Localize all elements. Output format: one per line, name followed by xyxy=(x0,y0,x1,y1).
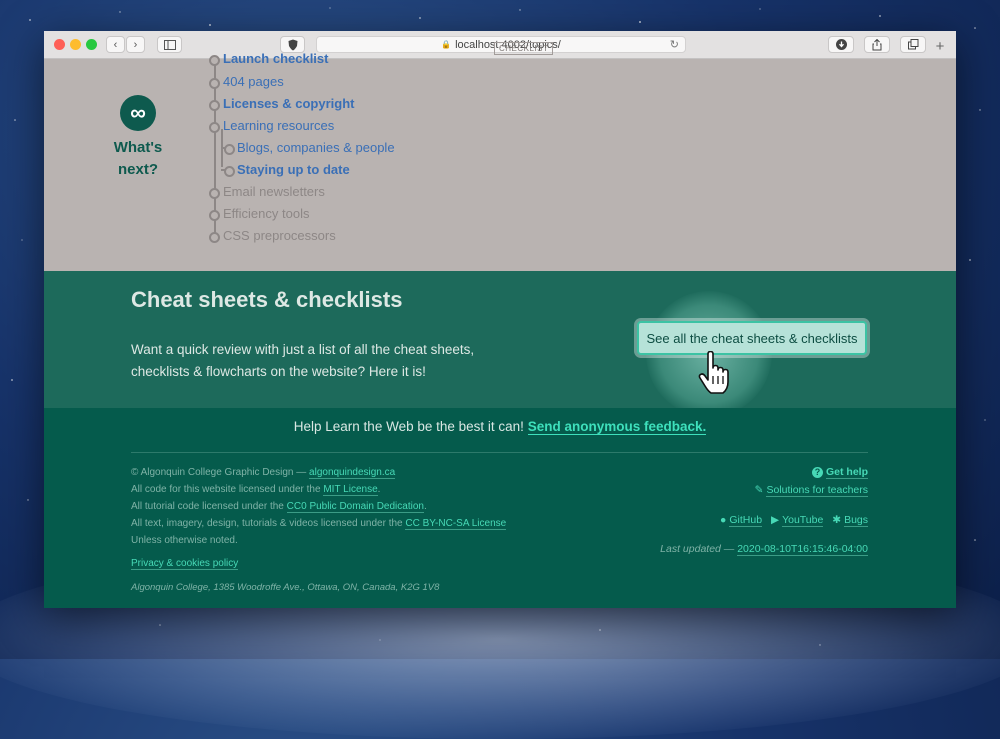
topic-label: Blogs, companies & people xyxy=(237,140,395,155)
solutions-line: ✎ Solutions for teachers xyxy=(754,484,868,497)
topic-label: Staying up to date xyxy=(237,162,350,177)
last-updated-line: Last updated — 2020-08-10T16:15:46-04:00 xyxy=(660,543,868,556)
lock-icon: 🔒 xyxy=(441,40,452,49)
get-help-link[interactable]: Get help xyxy=(825,466,868,479)
copyright-line: © Algonquin College Graphic Design — alg… xyxy=(131,467,396,479)
text-license-line: All text, imagery, design, tutorials & v… xyxy=(131,518,507,530)
tutorial-license-line: All tutorial code licensed under the CC0… xyxy=(131,501,427,513)
topic-label: Launch checklist xyxy=(223,51,329,66)
github-link[interactable]: GitHub xyxy=(729,514,763,527)
social-links: ● GitHub ▶ YouTube ✱ Bugs xyxy=(720,514,868,527)
node-icon xyxy=(224,144,235,155)
browser-window: ‹ › 🔒 localhost:4002/topics/ ↻ + ∞ What'… xyxy=(44,31,956,608)
feedback-line: Help Learn the Web be the best it can! S… xyxy=(44,419,956,435)
node-icon xyxy=(209,55,220,66)
node-icon xyxy=(209,232,220,243)
cc-by-nc-sa-link[interactable]: CC BY-NC-SA License xyxy=(405,518,507,530)
code-license-text: All code for this website licensed under… xyxy=(131,484,324,495)
chevron-right-icon: › xyxy=(133,38,138,51)
checklist-badge: CHECKLIST xyxy=(494,42,554,55)
algonquindesign-link[interactable]: algonquindesign.ca xyxy=(309,467,396,479)
node-icon xyxy=(209,78,220,89)
forward-button[interactable]: › xyxy=(126,36,145,53)
minimize-window-button[interactable] xyxy=(70,39,81,50)
shield-icon xyxy=(288,39,297,50)
back-button[interactable]: ‹ xyxy=(106,36,125,53)
whats-next-heading: What's next? xyxy=(113,139,163,178)
chevron-left-icon: ‹ xyxy=(113,38,118,51)
hand-pointer-icon xyxy=(698,351,729,394)
infinity-icon: ∞ xyxy=(120,95,156,131)
download-icon xyxy=(835,39,847,50)
bugs-link[interactable]: Bugs xyxy=(844,514,868,527)
bug-icon: ✱ xyxy=(832,514,842,526)
node-icon xyxy=(209,210,220,221)
feedback-text: Help Learn the Web be the best it can! xyxy=(293,419,524,434)
github-icon: ● xyxy=(720,514,727,526)
youtube-link[interactable]: YouTube xyxy=(782,514,824,527)
footer-divider xyxy=(131,452,868,453)
cheat-sheets-section: Cheat sheets & checklists Want a quick r… xyxy=(44,271,956,417)
text-license-text: All text, imagery, design, tutorials & v… xyxy=(131,518,406,529)
topic-label: Licenses & copyright xyxy=(223,96,355,111)
copyright-text: © Algonquin College Graphic Design — xyxy=(131,467,310,478)
sidebar-button[interactable] xyxy=(157,36,182,53)
period: . xyxy=(377,484,381,495)
cheat-sheets-description: Want a quick review with just a list of … xyxy=(131,342,475,379)
last-updated-link[interactable]: 2020-08-10T16:15:46-04:00 xyxy=(737,543,868,556)
code-license-line: All code for this website licensed under… xyxy=(131,484,381,496)
reload-icon[interactable]: ↻ xyxy=(670,38,679,51)
node-icon xyxy=(209,122,220,133)
topics-section: ∞ What's next? Launch checklist CHECKLIS… xyxy=(44,42,956,271)
node-icon xyxy=(209,100,220,111)
tabs-icon xyxy=(907,39,918,50)
downloads-button[interactable] xyxy=(828,36,854,53)
last-updated-label: Last updated — xyxy=(660,543,738,555)
privacy-line: Privacy & cookies policy xyxy=(131,558,239,570)
node-icon xyxy=(209,188,220,199)
mit-license-link[interactable]: MIT License xyxy=(323,484,378,496)
topic-label: Efficiency tools xyxy=(223,206,310,221)
unless-noted: Unless otherwise noted. xyxy=(131,535,238,546)
get-help-line: ? Get help xyxy=(811,466,868,479)
pencil-icon: ✎ xyxy=(754,484,764,496)
new-tab-button[interactable]: + xyxy=(931,37,949,57)
period: . xyxy=(423,501,427,512)
share-button[interactable] xyxy=(864,36,890,53)
tutorial-license-text: All tutorial code licensed under the xyxy=(131,501,287,512)
site-footer: Help Learn the Web be the best it can! S… xyxy=(44,408,956,608)
college-address: Algonquin College, 1385 Woodroffe Ave., … xyxy=(131,582,440,593)
topic-label: 404 pages xyxy=(223,74,284,89)
page-content: ∞ What's next? Launch checklist CHECKLIS… xyxy=(44,42,956,608)
topic-label: Learning resources xyxy=(223,118,335,133)
send-feedback-link[interactable]: Send anonymous feedback. xyxy=(527,419,707,435)
topic-label: CSS preprocessors xyxy=(223,228,336,243)
youtube-icon: ▶ xyxy=(770,514,780,526)
tabs-overview-button[interactable] xyxy=(900,36,926,53)
node-icon xyxy=(224,166,235,177)
topic-label: Email newsletters xyxy=(223,184,325,199)
cheat-sheets-title: Cheat sheets & checklists xyxy=(131,287,403,312)
sidebar-icon xyxy=(163,39,176,50)
close-window-button[interactable] xyxy=(54,39,65,50)
cc0-link[interactable]: CC0 Public Domain Dedication xyxy=(286,501,424,513)
share-icon xyxy=(872,38,882,50)
question-circle-icon: ? xyxy=(811,467,823,478)
zoom-window-button[interactable] xyxy=(86,39,97,50)
see-all-cheat-sheets-button[interactable]: See all the cheat sheets & checklists xyxy=(637,321,867,355)
solutions-link[interactable]: Solutions for teachers xyxy=(766,484,868,497)
privacy-policy-link[interactable]: Privacy & cookies policy xyxy=(131,558,239,570)
